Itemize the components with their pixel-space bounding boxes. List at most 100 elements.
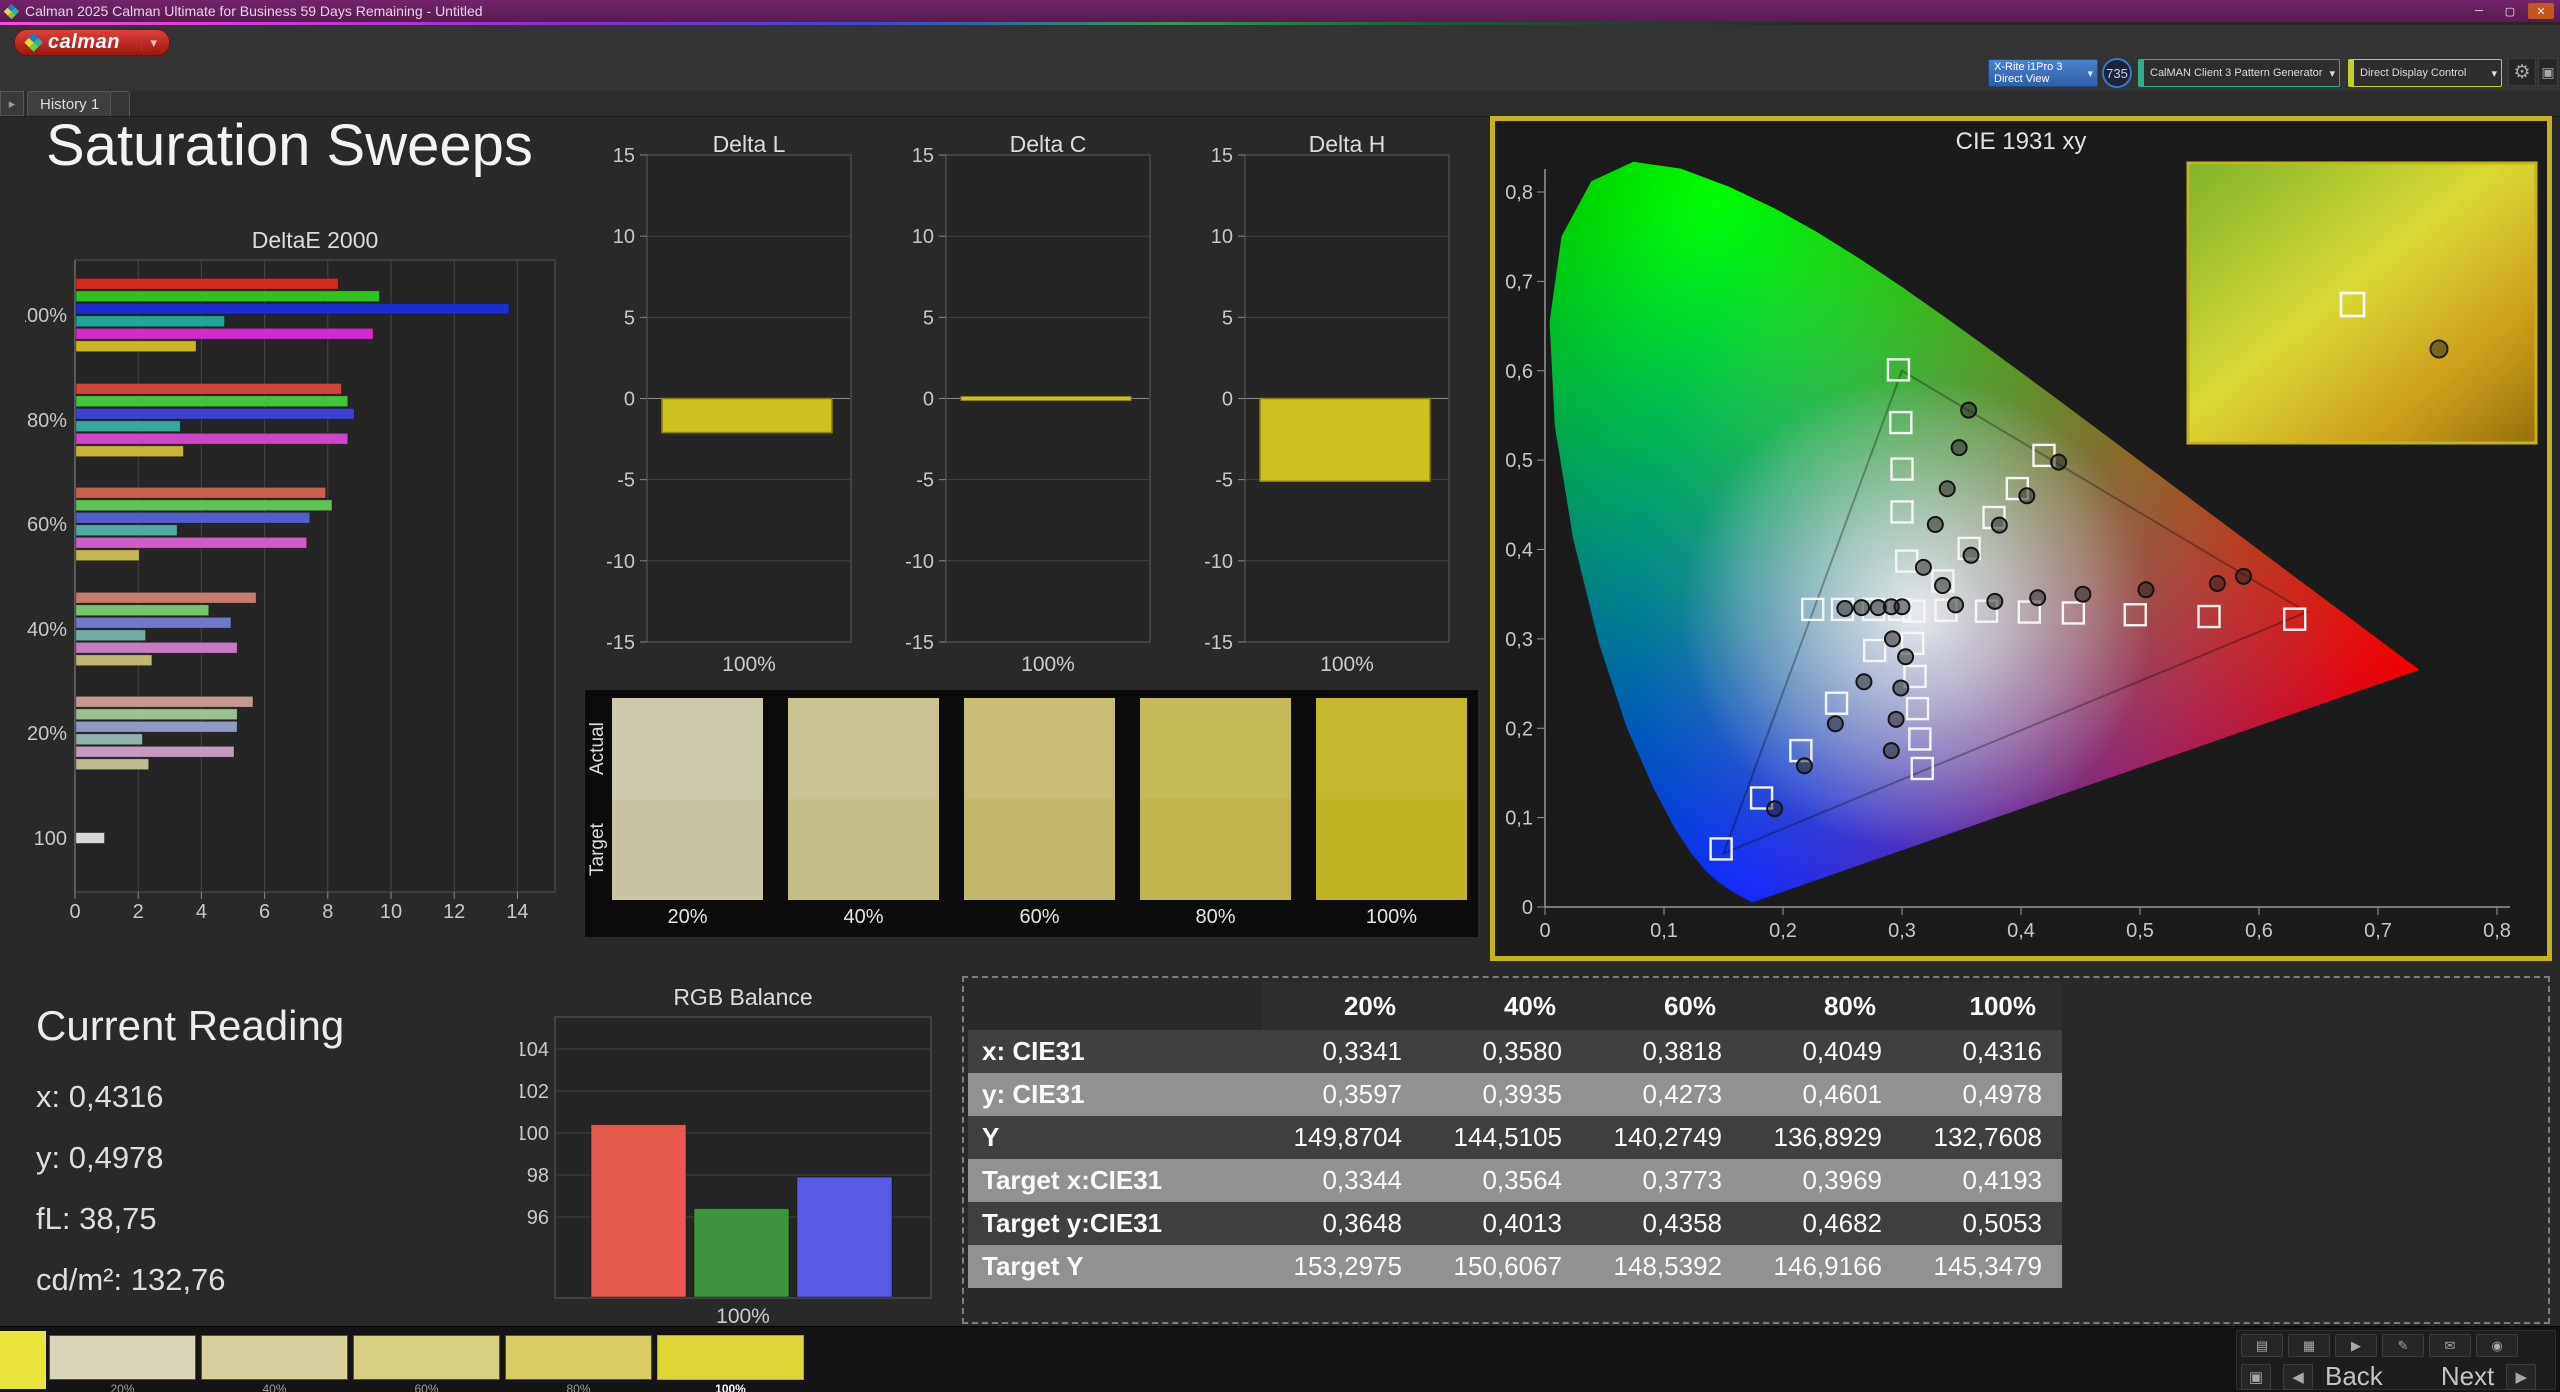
svg-text:80%: 80% — [27, 410, 67, 432]
table-row-label: Target y:CIE31 — [968, 1202, 1262, 1245]
svg-text:-5: -5 — [1215, 470, 1233, 492]
maximize-button[interactable]: ▢ — [2497, 3, 2523, 19]
table-cell: 0,4358 — [1582, 1202, 1742, 1245]
swatch-level-label: 40% — [843, 906, 884, 928]
swatch-level-label: 20% — [667, 906, 708, 928]
table-col-header: 100% — [1902, 982, 2062, 1030]
swatch-level-label: 80% — [1195, 906, 1236, 928]
pattern-swatch-60%[interactable] — [353, 1335, 500, 1380]
svg-text:0: 0 — [1539, 920, 1550, 942]
display-control-label: Direct Display Control — [2360, 67, 2467, 79]
record-icon[interactable]: ◉ — [2476, 1334, 2518, 1357]
pattern-swatch-80%[interactable] — [505, 1335, 652, 1380]
actual-swatch — [788, 698, 939, 799]
pattern-swatch-100%[interactable] — [657, 1335, 804, 1380]
pattern-label: 40% — [262, 1382, 287, 1392]
actual-swatch — [1140, 698, 1291, 799]
pattern-generator-dropdown[interactable]: CalMAN Client 3 Pattern Generator ▾ — [2138, 59, 2340, 87]
svg-text:-10: -10 — [1204, 551, 1233, 573]
close-button[interactable]: ✕ — [2528, 3, 2554, 19]
table-row: Target y:CIE31 0,3648 0,4013 0,4358 0,4682 0,… — [968, 1202, 2062, 1245]
svg-text:0,2: 0,2 — [1769, 920, 1797, 942]
display-settings-icon[interactable]: ▣ — [2538, 58, 2558, 86]
delta-l-chart: Delta L 15 10 5 0 -5 -10 -15 100% — [606, 131, 852, 676]
table-cell: 0,4193 — [1902, 1159, 2062, 1202]
svg-text:96: 96 — [527, 1207, 549, 1229]
measurement-marker — [2137, 581, 2155, 599]
pattern-swatch-20%[interactable] — [49, 1335, 196, 1380]
table-cell: 0,3935 — [1422, 1073, 1582, 1116]
sidebar-expander-button[interactable]: ▸ — [0, 91, 24, 116]
table-corner — [968, 982, 1262, 1030]
swatch-level-label: 100% — [1365, 906, 1418, 928]
svg-text:100%: 100% — [716, 1305, 770, 1328]
cie-1931-chart: 0 0,1 0,2 0,3 0,4 0,5 0,6 0,7 0,8 0 0,1 0,2 0,3 0,4 0,… — [1505, 128, 2538, 942]
table-row-label: Target x:CIE31 — [968, 1159, 1262, 1202]
svg-text:-15: -15 — [1204, 632, 1233, 654]
measurement-marker — [1986, 592, 2004, 610]
svg-text:0,4: 0,4 — [1505, 540, 1533, 562]
measurement-marker — [1950, 439, 1968, 457]
svg-text:100%: 100% — [25, 305, 67, 327]
svg-text:15: 15 — [613, 145, 635, 167]
calman-logo-icon — [24, 33, 43, 52]
table-cell: 0,3648 — [1262, 1202, 1422, 1245]
bottom-bar: 20% 40% 60% 80% 100% ▤ ▦ ▶ ✎ ✉ ◉ ▣ ◀ Back Next ▶ — [0, 1326, 2560, 1392]
swatch-row-label: Target — [587, 823, 608, 876]
minimize-button[interactable]: ─ — [2466, 3, 2492, 19]
measurement-marker — [1960, 401, 1978, 419]
back-arrow-icon[interactable]: ◀ — [2283, 1363, 2313, 1390]
table-row-label: x: CIE31 — [968, 1030, 1262, 1073]
svg-text:0: 0 — [624, 389, 635, 411]
meter-dropdown[interactable]: X-Rite i1Pro 3 Direct View ▾ — [1988, 59, 2098, 87]
svg-text:10: 10 — [912, 226, 934, 248]
settings-gear-icon[interactable]: ⚙ — [2508, 58, 2536, 86]
meter-status-badge: 735 — [2102, 58, 2132, 88]
table-row: Y 149,8704 144,5105 140,2749 136,8929 132,760… — [968, 1116, 2062, 1159]
measurement-marker — [1887, 710, 1905, 728]
svg-text:15: 15 — [912, 145, 934, 167]
table-cell: 0,3969 — [1742, 1159, 1902, 1202]
svg-text:0,6: 0,6 — [1505, 361, 1533, 383]
meter-name: X-Rite i1Pro 3 — [1994, 61, 2063, 73]
svg-text:0,1: 0,1 — [1505, 808, 1533, 830]
target-swatch — [964, 799, 1115, 900]
table-cell: 132,7608 — [1902, 1116, 2062, 1159]
report-icon[interactable]: ▤ — [2241, 1334, 2283, 1357]
table-row-label: Y — [968, 1116, 1262, 1159]
next-button[interactable]: Next — [2441, 1361, 2494, 1392]
layout-icon[interactable]: ▦ — [2288, 1334, 2330, 1357]
svg-text:RGB Balance: RGB Balance — [673, 985, 812, 1010]
table-cell: 140,2749 — [1582, 1116, 1742, 1159]
table-cell: 0,3344 — [1262, 1159, 1422, 1202]
table-cell: 148,5392 — [1582, 1245, 1742, 1288]
measurement-marker — [1882, 742, 1900, 760]
edit-icon[interactable]: ✎ — [2382, 1334, 2424, 1357]
svg-text:0: 0 — [1522, 897, 1533, 919]
svg-text:100: 100 — [34, 828, 67, 850]
pattern-swatch-40%[interactable] — [201, 1335, 348, 1380]
table-cell: 0,4013 — [1422, 1202, 1582, 1245]
tool-row: ▤ ▦ ▶ ✎ ✉ ◉ — [2241, 1334, 2551, 1357]
next-arrow-icon[interactable]: ▶ — [2506, 1363, 2537, 1390]
svg-text:104: 104 — [520, 1039, 549, 1061]
chevron-down-icon: ▾ — [2087, 67, 2093, 80]
calman-menu-button[interactable]: calman ▾ — [14, 29, 170, 56]
svg-text:CIE 1931 xy: CIE 1931 xy — [1956, 128, 2087, 155]
svg-text:40%: 40% — [27, 619, 67, 641]
reading-x: x: 0,4316 — [36, 1079, 164, 1114]
back-button[interactable]: Back — [2325, 1361, 2383, 1392]
table-row: Target x:CIE31 0,3344 0,3564 0,3773 0,3969 0,… — [968, 1159, 2062, 1202]
mail-icon[interactable]: ✉ — [2429, 1334, 2471, 1357]
display-control-dropdown[interactable]: Direct Display Control ▾ — [2348, 59, 2502, 87]
actual-swatch — [964, 698, 1115, 799]
swatch-row-label: Actual — [587, 722, 608, 775]
measurement-marker — [2074, 585, 2092, 603]
svg-text:20%: 20% — [27, 723, 67, 745]
actual-target-swatches: Actual Target 20% 40% 60% 80% 100% — [585, 690, 1478, 937]
svg-text:0,4: 0,4 — [2007, 920, 2035, 942]
actual-swatch — [612, 698, 763, 799]
measurement-marker — [1893, 598, 1911, 616]
play-icon[interactable]: ▶ — [2335, 1334, 2377, 1357]
stop-icon[interactable]: ▣ — [2241, 1363, 2271, 1390]
